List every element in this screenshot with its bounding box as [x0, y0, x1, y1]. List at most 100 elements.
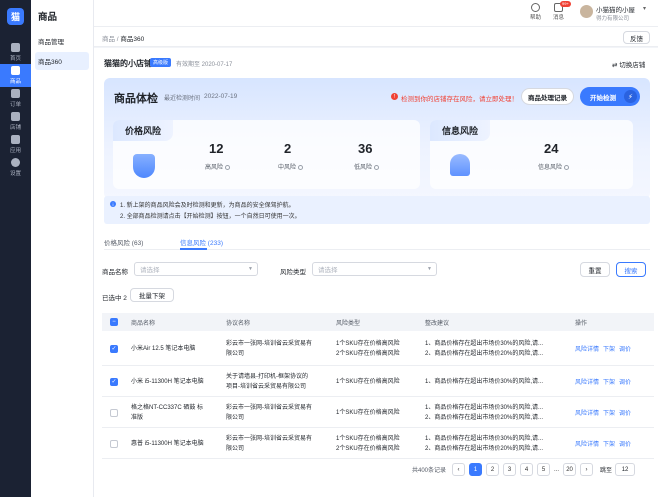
row-checkbox[interactable]: ✓ [110, 345, 118, 353]
risk-detail-link[interactable]: 风险详情 [575, 442, 599, 448]
search-button[interactable]: 搜索 [616, 262, 646, 277]
breadcrumb-bar: 商品 / 商品360 反馈 [94, 26, 658, 47]
tab-price-risk[interactable]: 价格风险 (63) [104, 237, 143, 247]
row-actions: 风险详情 下架 调价 [575, 377, 635, 386]
nav-item-goods[interactable]: 商品 [0, 64, 31, 87]
user-name[interactable]: 小猫猫的小屋 [596, 4, 635, 14]
avatar[interactable] [580, 5, 593, 18]
reset-button[interactable]: 重置 [580, 262, 610, 277]
tab-info-risk[interactable]: 信息风险 (233) [180, 237, 223, 247]
info-icon [374, 164, 380, 170]
check-time-label: 最近检测时间 [164, 96, 201, 102]
records-button[interactable]: 商品处理记录 [521, 88, 574, 105]
breadcrumb: 商品 / 商品360 [102, 36, 145, 43]
nav-item-settings[interactable]: 设置 [0, 156, 31, 179]
chevron-down-icon[interactable]: ▾ [643, 5, 646, 12]
check-panel: 商品体检 最近检测时间 2022-07-19 ! 检测到你的店铺存在风险，请立即… [104, 78, 650, 199]
row-actions: 风险详情 下架 调价 [575, 344, 635, 353]
prev-page-button[interactable]: ‹ [452, 463, 466, 476]
header-protocol: 协议名称 [226, 321, 251, 327]
adjust-price-link[interactable]: 调价 [619, 380, 631, 386]
select-all-checkbox[interactable]: − [110, 318, 118, 326]
switch-shop-link[interactable]: ⇄ 切换店铺 [612, 59, 645, 69]
main-content: 猫猫的小店铺 高级版 有效期至 2020-07-17 ⇄ 切换店铺 商品体检 最… [94, 48, 658, 497]
breadcrumb-parent[interactable]: 商品 [102, 36, 115, 43]
row-checkbox[interactable] [110, 440, 118, 448]
shop-tag: 高级版 [150, 58, 172, 67]
help-button[interactable]: 帮助 [530, 3, 541, 21]
info-icon [298, 164, 304, 170]
warning-icon: ! [391, 93, 398, 100]
pagination: 共400条记录 ‹ 1 2 3 4 5... 20 › 跳至 12 [412, 463, 636, 476]
shield-icon [133, 154, 155, 178]
apps-icon [11, 135, 20, 144]
goto-label: 跳至 [600, 468, 613, 474]
table-row: ✓ 小米 i5-11300H 笔记本电脑 关于请墙县-打印机-框架协议的 项目-培训省… [102, 366, 654, 397]
row-protocol: 彩云市一张网-培训省云采贸易有 限公司 [226, 341, 312, 357]
row-checkbox[interactable]: ✓ [110, 378, 118, 386]
nav-item-store[interactable]: 店铺 [0, 110, 31, 133]
risk-type-label: 风险类型 [280, 269, 306, 276]
start-check-button[interactable]: 开始检测 ⚡ [580, 87, 640, 106]
adjust-price-link[interactable]: 调价 [619, 442, 631, 448]
risk-detail-link[interactable]: 风险详情 [575, 411, 599, 417]
next-page-button[interactable]: › [580, 463, 594, 476]
nav-item-apps[interactable]: 应用 [0, 133, 31, 156]
company-name: 得力有限公司 [596, 16, 630, 22]
adjust-price-link[interactable]: 调价 [619, 347, 631, 353]
delist-link[interactable]: 下架 [603, 380, 615, 386]
bulk-delist-button[interactable]: 批量下架 [130, 288, 174, 302]
high-risk-value: 12 [209, 141, 224, 156]
page-button[interactable]: 5 [537, 463, 551, 476]
info-risk-card: 信息风险 24 信息风险 [430, 120, 633, 189]
message-button[interactable]: 99+ 消息 [553, 1, 571, 21]
sub-nav-item-goods360[interactable]: 商品360 [35, 52, 89, 70]
sub-nav-title: 商品 [38, 12, 58, 23]
notice-line-2: 2. 全部商品检测请点击【开始检测】按钮，一个自然日可使用一次。 [120, 214, 301, 220]
sub-nav-item-goods-manage[interactable]: 商品管理 [35, 32, 89, 50]
goods-name-select[interactable]: 请选择 ▼ [134, 262, 258, 276]
row-risk-type: 1个SKU存在价格高风险 [336, 410, 400, 416]
page-button[interactable]: 20 [563, 463, 577, 476]
chevron-down-icon: ▼ [427, 266, 432, 272]
goods-name-label: 商品名称 [102, 269, 128, 276]
selected-count: 已选中 2 [102, 295, 127, 302]
nav-item-home[interactable]: 首页 [0, 41, 31, 64]
header-name: 商品名称 [131, 321, 156, 327]
row-advice: 1、商品价格存在超出市场价30%的风险,请... [425, 379, 544, 385]
nav-item-orders[interactable]: 订单 [0, 87, 31, 110]
message-badge: 99+ [560, 1, 571, 7]
store-icon [11, 112, 20, 121]
header-risk: 风险类型 [336, 321, 361, 327]
row-checkbox[interactable] [110, 409, 118, 417]
table-row: ✓ 小米Air 12.5 笔记本电脑 彩云市一张网-培训省云采贸易有 限公司 1个SKU… [102, 331, 654, 366]
page-button[interactable]: 3 [503, 463, 517, 476]
page-button[interactable]: 2 [486, 463, 500, 476]
adjust-price-link[interactable]: 调价 [619, 411, 631, 417]
table-row: 惠普 i5-11300H 笔记本电脑 彩云市一张网-培训省云采贸易有 限公司 1个SK… [102, 428, 654, 459]
check-title: 商品体检 [114, 93, 158, 105]
low-risk-value: 36 [358, 141, 373, 156]
row-advice: 1、商品价格存在超出市场价30%的风险,请... 2、商品价格存在超出市场价20%… [425, 405, 544, 421]
delist-link[interactable]: 下架 [603, 347, 615, 353]
check-time: 2022-07-19 [204, 93, 238, 100]
feedback-button[interactable]: 反馈 [623, 31, 650, 44]
notice-line-1: 1. 新上架的商品风险会及时检测和更新，为商品的安全保驾护航。 [120, 203, 295, 209]
risk-detail-link[interactable]: 风险详情 [575, 380, 599, 386]
tab-underline [180, 248, 207, 250]
chevron-down-icon: ▼ [248, 266, 253, 272]
risk-warning: 检测到你的店铺存在风险，请立即处理！ [401, 96, 518, 103]
app-logo[interactable]: 猫 [0, 0, 31, 32]
goto-page-input[interactable]: 12 [615, 463, 636, 476]
page-button[interactable]: 4 [520, 463, 534, 476]
page-button[interactable]: 1 [469, 463, 483, 476]
row-risk-type: 1个SKU存在价格高风险 2个SKU存在价格高风险 [336, 341, 400, 357]
row-actions: 风险详情 下架 调价 [575, 408, 635, 417]
risk-type-select[interactable]: 请选择 ▼ [312, 262, 437, 276]
delist-link[interactable]: 下架 [603, 411, 615, 417]
info-risk-icon [450, 154, 470, 176]
delist-link[interactable]: 下架 [603, 442, 615, 448]
risk-tabs: 价格风险 (63) 信息风险 (233) [104, 235, 650, 250]
risk-detail-link[interactable]: 风险详情 [575, 347, 599, 353]
shop-name: 猫猫的小店铺 [104, 59, 152, 68]
